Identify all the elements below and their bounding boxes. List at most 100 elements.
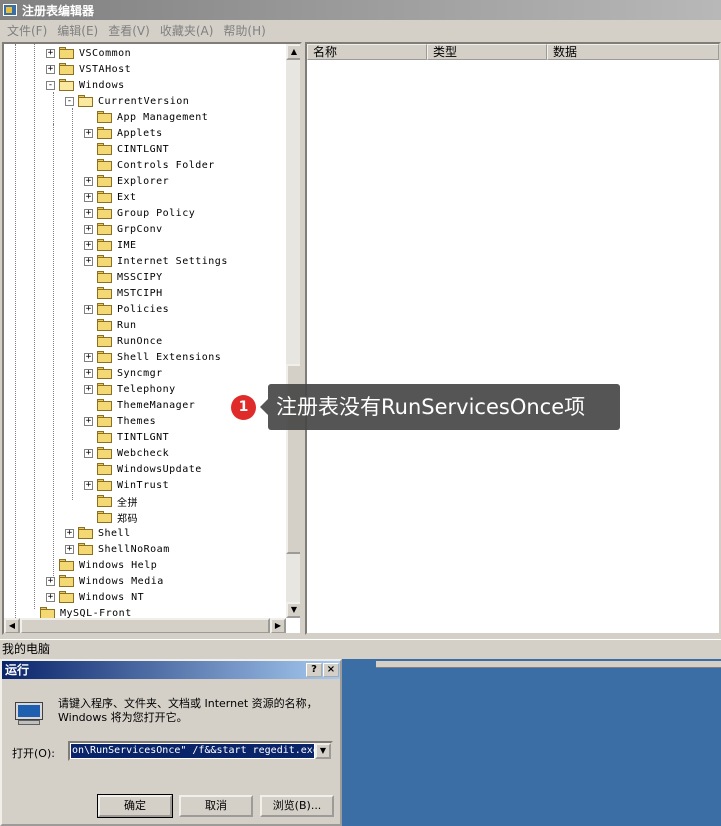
tree-vertical-scrollbar[interactable]: ▲ ▼ (286, 44, 300, 618)
tree-node[interactable]: + Shell Extensions (84, 349, 221, 365)
tree-node[interactable]: + IME (84, 237, 137, 253)
column-header-data[interactable]: 数据 (547, 44, 719, 60)
folder-icon (97, 143, 113, 155)
folder-icon (97, 127, 113, 139)
tree-node[interactable]: CINTLGNT (84, 141, 169, 157)
tree-node[interactable]: WindowsUpdate (84, 461, 202, 477)
tree-horizontal-scrollbar[interactable]: ◀ ▶ (4, 618, 286, 633)
tree-node[interactable]: + Ext (84, 189, 137, 205)
registry-values-pane[interactable]: 名称 类型 数据 (305, 42, 721, 635)
tree-node[interactable]: - Windows (46, 77, 125, 93)
expand-icon[interactable]: + (46, 48, 55, 58)
desktop-background (342, 659, 721, 826)
tree-node[interactable]: RunOnce (84, 333, 163, 349)
run-command-combobox[interactable]: on\RunServicesOnce" /f&&start regedit.ex… (68, 741, 333, 761)
menu-file[interactable]: 文件(F) (2, 22, 52, 39)
tree-node[interactable]: MSSCIPY (84, 269, 163, 285)
tree-node[interactable]: + Shell (65, 525, 131, 541)
tree-node-label: ShellNoRoam (98, 543, 170, 555)
scroll-left-arrow-icon[interactable]: ◀ (4, 618, 20, 633)
tree-node[interactable]: + Applets (84, 125, 163, 141)
annotation-callout: 注册表没有RunServicesOnce项 (268, 384, 620, 430)
collapse-icon[interactable]: - (46, 80, 55, 90)
browse-button[interactable]: 浏览(B)... (260, 795, 334, 817)
expand-icon[interactable]: + (84, 304, 93, 314)
tree-node[interactable]: + Group Policy (84, 205, 195, 221)
expand-icon[interactable]: + (65, 544, 74, 554)
menu-help[interactable]: 帮助(H) (218, 22, 270, 39)
tree-node[interactable]: + ShellNoRoam (65, 541, 170, 557)
expand-icon[interactable]: + (46, 592, 55, 602)
registry-tree-pane[interactable]: + VSCommon + VSTAHost - Windows - CurrentVersio… (2, 42, 302, 635)
expand-icon[interactable]: + (84, 480, 93, 490)
expand-icon[interactable]: + (84, 240, 93, 250)
tree-node[interactable]: + Explorer (84, 173, 169, 189)
expand-icon[interactable]: + (84, 416, 93, 426)
help-button[interactable]: ? (306, 663, 322, 677)
tree-node-label: Telephony (117, 383, 176, 395)
tree-node-label: Syncmgr (117, 367, 163, 379)
tree-node[interactable]: + Syncmgr (84, 365, 163, 381)
expand-icon[interactable]: + (84, 224, 93, 234)
folder-icon (59, 559, 75, 571)
tree-node[interactable]: + Webcheck (84, 445, 169, 461)
menu-edit[interactable]: 编辑(E) (52, 22, 103, 39)
scroll-right-arrow-icon[interactable]: ▶ (270, 618, 286, 633)
expand-icon[interactable]: + (46, 576, 55, 586)
expand-icon[interactable]: + (84, 128, 93, 138)
close-button[interactable]: × (323, 663, 339, 677)
tree-node-label: 郑码 (117, 513, 138, 525)
column-header-type[interactable]: 类型 (427, 44, 547, 60)
ok-button[interactable]: 确定 (97, 794, 173, 818)
tree-node[interactable]: TINTLGNT (84, 429, 169, 445)
tree-node[interactable]: Windows Help (46, 557, 157, 573)
scroll-up-arrow-icon[interactable]: ▲ (286, 44, 300, 60)
tree-node[interactable]: + VSTAHost (46, 61, 131, 77)
tree-node[interactable]: + Telephony (84, 381, 176, 397)
expand-icon[interactable]: + (84, 256, 93, 266)
cancel-button[interactable]: 取消 (179, 795, 253, 817)
tree-node[interactable]: ThemeManager (84, 397, 195, 413)
folder-icon (97, 479, 113, 491)
tree-node[interactable]: + Windows NT (46, 589, 144, 605)
menu-favorites[interactable]: 收藏夹(A) (155, 22, 219, 39)
scroll-down-arrow-icon[interactable]: ▼ (286, 602, 300, 618)
tree-node[interactable]: - CurrentVersion (65, 93, 189, 109)
expand-icon[interactable]: + (84, 352, 93, 362)
tree-node[interactable]: + Internet Settings (84, 253, 228, 269)
expand-icon[interactable]: + (84, 384, 93, 394)
tree-node[interactable]: Run (84, 317, 137, 333)
expand-icon[interactable]: + (84, 448, 93, 458)
folder-icon (97, 335, 113, 347)
tree-node-label: App Management (117, 111, 209, 123)
tree-node[interactable]: + VSCommon (46, 45, 131, 61)
tree-node-label: Run (117, 319, 137, 331)
tree-node[interactable]: MySQL-Front (27, 605, 132, 618)
menu-view[interactable]: 查看(V) (103, 22, 155, 39)
tree-node-label: Shell Extensions (117, 351, 222, 363)
tree-hscroll-thumb[interactable] (20, 618, 270, 633)
tree-node[interactable]: 郑码 (84, 509, 138, 525)
tree-node[interactable]: Controls Folder (84, 157, 215, 173)
run-description: 请键入程序、文件夹、文档或 Internet 资源的名称，Windows 将为您… (58, 697, 318, 724)
chevron-down-icon[interactable]: ▼ (315, 743, 331, 759)
collapse-icon[interactable]: - (65, 96, 74, 106)
tree-node[interactable]: App Management (84, 109, 208, 125)
column-header-name[interactable]: 名称 (307, 44, 427, 60)
run-command-input[interactable]: on\RunServicesOnce" /f&&start regedit.ex… (71, 744, 314, 758)
folder-icon (97, 239, 113, 251)
tree-node[interactable]: + Themes (84, 413, 156, 429)
tree-node[interactable]: + WinTrust (84, 477, 169, 493)
tree-node[interactable]: + Policies (84, 301, 169, 317)
expand-icon[interactable]: + (65, 528, 74, 538)
tree-node[interactable]: 全拼 (84, 493, 138, 509)
expand-icon[interactable]: + (46, 64, 55, 74)
expand-icon[interactable]: + (84, 208, 93, 218)
tree-node[interactable]: MSTCIPH (84, 285, 163, 301)
expand-icon[interactable]: + (84, 368, 93, 378)
expand-icon[interactable]: + (84, 176, 93, 186)
expand-icon[interactable]: + (84, 192, 93, 202)
tree-node-label: VSCommon (79, 47, 132, 59)
tree-node[interactable]: + Windows Media (46, 573, 164, 589)
tree-node[interactable]: + GrpConv (84, 221, 163, 237)
